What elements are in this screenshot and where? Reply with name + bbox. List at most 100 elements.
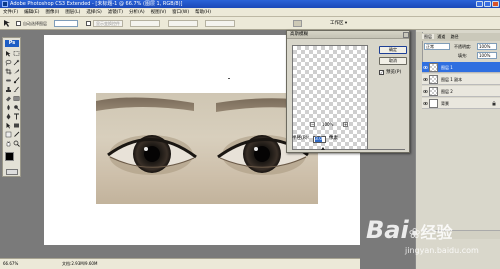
watermark-brand: Bai xyxy=(366,216,409,244)
visibility-eye-icon[interactable] xyxy=(423,89,428,94)
workspace-dropdown[interactable]: 工作区 ▾ xyxy=(330,20,347,27)
layer-name: 图层 2 xyxy=(441,89,453,94)
layer-name: 背景 xyxy=(441,101,449,106)
status-zoom[interactable]: 66.67% xyxy=(3,259,18,269)
tab-paths[interactable]: 路径 xyxy=(449,34,461,39)
status-bar: 66.67% 文档:2.93M/9.60M xyxy=(0,258,360,269)
healing-brush-icon[interactable] xyxy=(5,77,12,84)
blur-icon[interactable] xyxy=(5,104,12,111)
tab-layers[interactable]: 图层 xyxy=(422,34,434,39)
auto-select-checkbox[interactable] xyxy=(16,21,21,26)
notes-icon[interactable] xyxy=(5,131,12,138)
zoom-icon[interactable] xyxy=(13,140,20,147)
hand-icon[interactable] xyxy=(5,140,12,147)
radius-unit: 像素 xyxy=(329,136,338,141)
auto-select-label: 自动选择图层 xyxy=(23,21,47,26)
eyedropper-icon[interactable] xyxy=(13,131,20,138)
dialog-title: 高斯模糊 xyxy=(287,31,409,39)
quick-mask-button[interactable] xyxy=(6,169,18,175)
magic-wand-icon[interactable] xyxy=(13,59,20,66)
watermark-brand-tail: 经验 xyxy=(420,223,453,242)
move-tool-icon[interactable] xyxy=(3,19,12,28)
clone-stamp-icon[interactable] xyxy=(5,86,12,93)
menu-help[interactable]: 帮助(H) xyxy=(192,8,214,17)
tools-panel: Ps xyxy=(2,37,21,177)
menu-view[interactable]: 视图(V) xyxy=(148,8,170,17)
type-icon[interactable] xyxy=(13,113,20,120)
close-button[interactable] xyxy=(492,1,499,7)
fill-input[interactable]: 100% xyxy=(477,52,497,59)
transform-checkbox[interactable] xyxy=(86,21,91,26)
visibility-eye-icon[interactable] xyxy=(423,65,428,70)
crop-icon[interactable] xyxy=(5,68,12,75)
app-icon xyxy=(2,1,8,7)
eraser-icon[interactable] xyxy=(5,95,12,102)
dialog-close-icon[interactable] xyxy=(403,32,409,38)
ps-logo: Ps xyxy=(5,40,19,47)
status-doc-size: 文档:2.93M/9.60M xyxy=(62,261,98,266)
radius-slider-track[interactable] xyxy=(293,149,405,150)
layer-row[interactable]: 图层 2 xyxy=(422,86,500,97)
menu-edit[interactable]: 编辑(E) xyxy=(21,8,42,17)
eyes-illustration xyxy=(96,97,318,175)
visibility-eye-icon[interactable] xyxy=(423,101,428,106)
layer-thumbnail xyxy=(429,63,438,72)
menu-select[interactable]: 选择(S) xyxy=(83,8,104,17)
menu-bar: 文件(F) 编辑(E) 图像(I) 图层(L) 选择(S) 滤镜(T) 分析(A) 视图(V)… xyxy=(0,8,500,17)
paw-icon: ❀ xyxy=(408,226,421,242)
foreground-color-swatch[interactable] xyxy=(5,152,14,161)
menu-image[interactable]: 图像(I) xyxy=(42,8,62,17)
canvas-speck xyxy=(228,78,230,79)
opacity-label: 不透明度: xyxy=(454,44,472,49)
cancel-button[interactable]: 取消 xyxy=(379,57,407,65)
minimize-button[interactable] xyxy=(476,1,483,7)
radius-slider-thumb[interactable] xyxy=(321,147,325,150)
align-buttons-group[interactable] xyxy=(130,20,160,27)
blend-mode-dropdown[interactable]: 正常 xyxy=(424,43,450,50)
move-icon[interactable] xyxy=(5,50,12,57)
opacity-input[interactable]: 100% xyxy=(477,43,497,50)
menu-analysis[interactable]: 分析(A) xyxy=(126,8,148,17)
menu-filter[interactable]: 滤镜(T) xyxy=(105,8,126,17)
layer-row[interactable]: 图层 1 xyxy=(422,62,500,73)
layer-thumbnail xyxy=(429,87,438,96)
marquee-icon[interactable] xyxy=(13,50,20,57)
menu-window[interactable]: 窗口(W) xyxy=(169,8,192,17)
shape-icon[interactable] xyxy=(13,122,20,129)
pen-icon[interactable] xyxy=(5,113,12,120)
visibility-eye-icon[interactable] xyxy=(423,77,428,82)
title-bar: Adobe Photoshop CS3 Extended - [未标题-1 @ … xyxy=(0,0,500,8)
tab-channels[interactable]: 通道 xyxy=(435,34,447,39)
dodge-icon[interactable] xyxy=(13,104,20,111)
layer-row[interactable]: 背景 xyxy=(422,98,500,109)
layer-name: 图层 1 副本 xyxy=(441,77,463,82)
workspace-icon[interactable] xyxy=(293,20,302,27)
preview-zoom-value: 100% xyxy=(322,122,334,127)
watermark-url: jingyan.baidu.com xyxy=(405,246,479,255)
lock-icon xyxy=(492,101,496,106)
zoom-in-icon[interactable]: + xyxy=(343,122,348,127)
path-selection-icon[interactable] xyxy=(5,122,12,129)
radius-label: 半径(R): xyxy=(292,136,310,141)
layer-row[interactable]: 图层 1 副本 xyxy=(422,74,500,85)
gradient-icon[interactable] xyxy=(13,95,20,102)
ok-button[interactable]: 确定 xyxy=(379,46,407,54)
menu-layer[interactable]: 图层(L) xyxy=(62,8,83,17)
radius-input[interactable]: 3.0 xyxy=(313,136,326,143)
menu-file[interactable]: 文件(F) xyxy=(0,8,21,17)
layer-thumbnail xyxy=(429,75,438,84)
lasso-icon[interactable] xyxy=(5,59,12,66)
baidu-watermark: Bai❀经验 xyxy=(366,216,452,244)
brush-icon[interactable] xyxy=(13,77,20,84)
auto-select-dropdown[interactable] xyxy=(54,20,78,27)
zoom-out-icon[interactable]: − xyxy=(310,122,315,127)
layers-tabbar: 图层 通道 路径 xyxy=(422,33,500,41)
maximize-button[interactable] xyxy=(484,1,491,7)
history-brush-icon[interactable] xyxy=(13,86,20,93)
options-bar: 自动选择图层 显示变换控件 工作区 ▾ xyxy=(0,17,500,30)
distribute-buttons-group-2[interactable] xyxy=(205,20,235,27)
distribute-buttons-group[interactable] xyxy=(168,20,198,27)
preview-checkbox[interactable]: ✓ xyxy=(379,70,384,75)
slice-icon[interactable] xyxy=(13,68,20,75)
eyes-photo-layer[interactable] xyxy=(96,93,318,204)
